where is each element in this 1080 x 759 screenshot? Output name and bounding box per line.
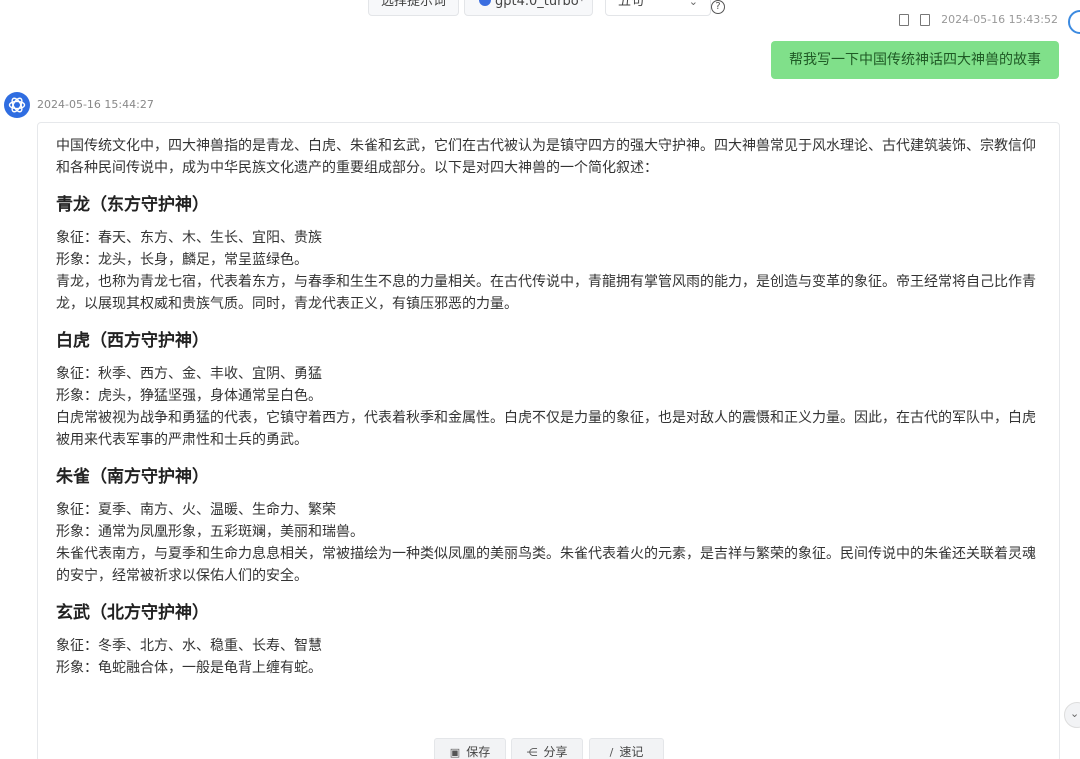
chat-page: 选择提示词 gpt4.0_turbo* 五句 ⌄ ? 2024-05-16 15… (0, 0, 1080, 759)
sentence-count-value: 五句 (618, 0, 645, 9)
help-icon[interactable]: ? (711, 0, 725, 14)
section-symbol: 象征：秋季、西方、金、丰收、宜阴、勇猛 (56, 366, 322, 382)
section-zhuque: 朱雀（南方守护神） 象征：夏季、南方、火、温暖、生命力、繁荣 形象：通常为凤凰形… (56, 465, 1041, 587)
section-form: 形象：龙头，长身，麟足，常呈蓝绿色。 (56, 252, 308, 268)
section-xuanwu: 玄武（北方守护神） 象征：冬季、北方、水、稳重、长寿、智慧 形象：龟蛇融合体，一… (56, 601, 1041, 679)
section-qinglong: 青龙（东方守护神） 象征：春天、东方、木、生长、宜阳、贵族 形象：龙头，长身，麟… (56, 193, 1041, 315)
select-prompt-button[interactable]: 选择提示词 (368, 0, 459, 16)
bottom-action-bar: ▣ 保存 ⋲ 分享 / 速记 (0, 738, 1080, 759)
share-button[interactable]: ⋲ 分享 (511, 738, 583, 759)
section-description: 青龙，也称为青龙七宿，代表着东方，与春季和生生不息的力量相关。在古代传说中，青龍… (56, 274, 1036, 312)
section-baihu: 白虎（西方守护神） 象征：秋季、西方、金、丰收、宜阴、勇猛 形象：虎头，狰猛坚强… (56, 329, 1041, 451)
quick-note-label: 速记 (619, 745, 644, 759)
section-form: 形象：虎头，狰猛坚强，身体通常呈白色。 (56, 388, 322, 404)
openai-logo-icon (8, 97, 26, 113)
quick-note-button[interactable]: / 速记 (589, 738, 664, 759)
section-form: 形象：通常为凤凰形象，五彩斑斓，美丽和瑞兽。 (56, 524, 364, 540)
model-icon (479, 0, 491, 6)
user-message-timestamp: 2024-05-16 15:43:52 (941, 14, 1058, 26)
pen-icon: / (609, 746, 614, 759)
save-button[interactable]: ▣ 保存 (434, 738, 506, 759)
share-icon: ⋲ (526, 746, 538, 759)
save-icon: ▣ (449, 746, 461, 759)
sentence-count-select[interactable]: 五句 ⌄ (605, 0, 711, 16)
user-message-meta: 2024-05-16 15:43:52 (898, 14, 1058, 28)
copy-icon[interactable] (898, 14, 909, 26)
section-title: 白虎（西方守护神） (56, 331, 209, 351)
chevron-down-icon: ⌄ (688, 0, 698, 8)
model-label: gpt4.0_turbo* (495, 0, 586, 9)
section-symbol: 象征：春天、东方、木、生长、宜阳、贵族 (56, 230, 322, 246)
user-message-bubble: 帮我写一下中国传统神话四大神兽的故事 (771, 41, 1059, 79)
section-title: 朱雀（南方守护神） (56, 467, 209, 487)
delete-icon[interactable] (920, 14, 931, 26)
section-symbol: 象征：夏季、南方、火、温暖、生命力、繁荣 (56, 502, 336, 518)
answer-intro: 中国传统文化中，四大神兽指的是青龙、白虎、朱雀和玄武，它们在古代被认为是镇守四方… (56, 138, 1036, 176)
section-description: 白虎常被视为战争和勇猛的代表，它镇守着西方，代表着秋季和金属性。白虎不仅是力量的… (56, 410, 1036, 448)
assistant-answer-card: 中国传统文化中，四大神兽指的是青龙、白虎、朱雀和玄武，它们在古代被认为是镇守四方… (37, 122, 1060, 759)
section-description: 朱雀代表南方，与夏季和生命力息息相关，常被描绘为一种类似凤凰的美丽鸟类。朱雀代表… (56, 546, 1036, 584)
share-label: 分享 (543, 745, 568, 759)
assistant-message-timestamp: 2024-05-16 15:44:27 (37, 98, 154, 111)
section-title: 玄武（北方守护神） (56, 603, 209, 623)
save-label: 保存 (466, 745, 491, 759)
section-title: 青龙（东方守护神） (56, 195, 209, 215)
user-avatar (1068, 10, 1080, 34)
section-symbol: 象征：冬季、北方、水、稳重、长寿、智慧 (56, 638, 322, 654)
scroll-to-bottom-button[interactable]: ⌄ (1064, 702, 1080, 728)
model-select-button[interactable]: gpt4.0_turbo* (464, 0, 593, 16)
section-form: 形象：龟蛇融合体，一般是龟背上缠有蛇。 (56, 660, 322, 676)
assistant-avatar (4, 92, 30, 118)
